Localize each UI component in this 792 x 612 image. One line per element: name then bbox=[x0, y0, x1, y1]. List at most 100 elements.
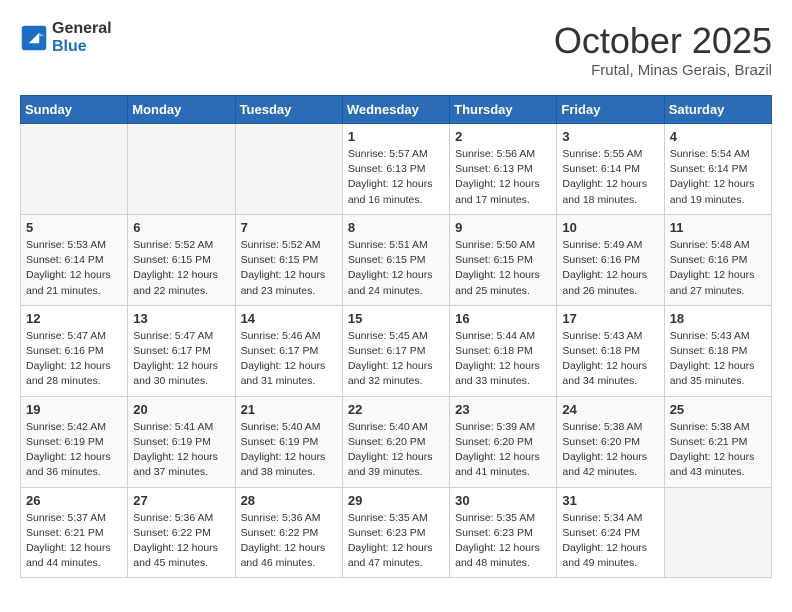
day-number: 10 bbox=[562, 220, 658, 235]
calendar-day: 14 Sunrise: 5:46 AM Sunset: 6:17 PM Dayli… bbox=[235, 305, 342, 396]
calendar-day: 29Sunrise: 5:35 AM Sunset: 6:23 PM Dayli… bbox=[342, 487, 449, 578]
weekday-header-wednesday: Wednesday bbox=[342, 96, 449, 124]
weekday-header-thursday: Thursday bbox=[450, 96, 557, 124]
day-info: Sunrise: 5:46 AM Sunset: 6:17 PM Dayligh… bbox=[241, 329, 337, 390]
day-info: Sunrise: 5:43 AM Sunset: 6:18 PM Dayligh… bbox=[670, 329, 766, 390]
logo-text: General Blue bbox=[52, 20, 112, 56]
day-info: Sunrise: 5:35 AM Sunset: 6:23 PM Dayligh… bbox=[455, 511, 551, 572]
calendar-day: 28Sunrise: 5:36 AM Sunset: 6:22 PM Dayli… bbox=[235, 487, 342, 578]
day-info: Sunrise: 5:43 AM Sunset: 6:18 PM Dayligh… bbox=[562, 329, 658, 390]
day-info: Sunrise: 5:47 AM Sunset: 6:16 PM Dayligh… bbox=[26, 329, 122, 390]
day-info: Sunrise: 5:54 AM Sunset: 6:14 PM Dayligh… bbox=[670, 147, 766, 208]
day-number: 12 bbox=[26, 311, 122, 326]
day-number: 15 bbox=[348, 311, 444, 326]
day-info: Sunrise: 5:38 AM Sunset: 6:21 PM Dayligh… bbox=[670, 420, 766, 481]
day-info: Sunrise: 5:34 AM Sunset: 6:24 PM Dayligh… bbox=[562, 511, 658, 572]
day-number: 22 bbox=[348, 402, 444, 417]
day-info: Sunrise: 5:42 AM Sunset: 6:19 PM Dayligh… bbox=[26, 420, 122, 481]
calendar: SundayMondayTuesdayWednesdayThursdayFrid… bbox=[20, 95, 772, 578]
day-info: Sunrise: 5:52 AM Sunset: 6:15 PM Dayligh… bbox=[133, 238, 229, 299]
day-number: 16 bbox=[455, 311, 551, 326]
day-info: Sunrise: 5:35 AM Sunset: 6:23 PM Dayligh… bbox=[348, 511, 444, 572]
day-number: 28 bbox=[241, 493, 337, 508]
day-number: 21 bbox=[241, 402, 337, 417]
day-info: Sunrise: 5:39 AM Sunset: 6:20 PM Dayligh… bbox=[455, 420, 551, 481]
day-number: 27 bbox=[133, 493, 229, 508]
calendar-day bbox=[21, 124, 128, 215]
calendar-day: 30 Sunrise: 5:35 AM Sunset: 6:23 PM Dayli… bbox=[450, 487, 557, 578]
logo-icon bbox=[20, 24, 48, 52]
calendar-day: 18 Sunrise: 5:43 AM Sunset: 6:18 PM Dayli… bbox=[664, 305, 771, 396]
weekday-header-saturday: Saturday bbox=[664, 96, 771, 124]
day-number: 3 bbox=[562, 129, 658, 144]
day-info: Sunrise: 5:37 AM Sunset: 6:21 PM Dayligh… bbox=[26, 511, 122, 572]
calendar-day: 10 Sunrise: 5:49 AM Sunset: 6:16 PM Dayli… bbox=[557, 214, 664, 305]
day-number: 11 bbox=[670, 220, 766, 235]
calendar-day: 5 Sunrise: 5:53 AM Sunset: 6:14 PM Daylig… bbox=[21, 214, 128, 305]
day-info: Sunrise: 5:49 AM Sunset: 6:16 PM Dayligh… bbox=[562, 238, 658, 299]
calendar-week-3: 12 Sunrise: 5:47 AM Sunset: 6:16 PM Dayli… bbox=[21, 305, 772, 396]
calendar-day: 31Sunrise: 5:34 AM Sunset: 6:24 PM Dayli… bbox=[557, 487, 664, 578]
calendar-day: 12 Sunrise: 5:47 AM Sunset: 6:16 PM Dayli… bbox=[21, 305, 128, 396]
day-number: 17 bbox=[562, 311, 658, 326]
calendar-day: 9Sunrise: 5:50 AM Sunset: 6:15 PM Daylig… bbox=[450, 214, 557, 305]
calendar-day: 13 Sunrise: 5:47 AM Sunset: 6:17 PM Dayli… bbox=[128, 305, 235, 396]
calendar-week-1: 1 Sunrise: 5:57 AM Sunset: 6:13 PM Daylig… bbox=[21, 124, 772, 215]
calendar-day bbox=[235, 124, 342, 215]
day-number: 5 bbox=[26, 220, 122, 235]
calendar-day: 2Sunrise: 5:56 AM Sunset: 6:13 PM Daylig… bbox=[450, 124, 557, 215]
calendar-day: 23Sunrise: 5:39 AM Sunset: 6:20 PM Dayli… bbox=[450, 396, 557, 487]
calendar-day: 8 Sunrise: 5:51 AM Sunset: 6:15 PM Daylig… bbox=[342, 214, 449, 305]
calendar-day bbox=[128, 124, 235, 215]
calendar-day: 20Sunrise: 5:41 AM Sunset: 6:19 PM Dayli… bbox=[128, 396, 235, 487]
day-info: Sunrise: 5:57 AM Sunset: 6:13 PM Dayligh… bbox=[348, 147, 444, 208]
calendar-day: 21Sunrise: 5:40 AM Sunset: 6:19 PM Dayli… bbox=[235, 396, 342, 487]
calendar-week-2: 5 Sunrise: 5:53 AM Sunset: 6:14 PM Daylig… bbox=[21, 214, 772, 305]
calendar-week-5: 26 Sunrise: 5:37 AM Sunset: 6:21 PM Dayli… bbox=[21, 487, 772, 578]
calendar-day: 22 Sunrise: 5:40 AM Sunset: 6:20 PM Dayli… bbox=[342, 396, 449, 487]
day-number: 4 bbox=[670, 129, 766, 144]
calendar-day: 7Sunrise: 5:52 AM Sunset: 6:15 PM Daylig… bbox=[235, 214, 342, 305]
weekday-header-sunday: Sunday bbox=[21, 96, 128, 124]
day-info: Sunrise: 5:50 AM Sunset: 6:15 PM Dayligh… bbox=[455, 238, 551, 299]
day-info: Sunrise: 5:47 AM Sunset: 6:17 PM Dayligh… bbox=[133, 329, 229, 390]
day-info: Sunrise: 5:52 AM Sunset: 6:15 PM Dayligh… bbox=[241, 238, 337, 299]
day-number: 26 bbox=[26, 493, 122, 508]
day-info: Sunrise: 5:51 AM Sunset: 6:15 PM Dayligh… bbox=[348, 238, 444, 299]
day-info: Sunrise: 5:41 AM Sunset: 6:19 PM Dayligh… bbox=[133, 420, 229, 481]
weekday-header-row: SundayMondayTuesdayWednesdayThursdayFrid… bbox=[21, 96, 772, 124]
day-number: 13 bbox=[133, 311, 229, 326]
day-info: Sunrise: 5:40 AM Sunset: 6:20 PM Dayligh… bbox=[348, 420, 444, 481]
calendar-week-4: 19 Sunrise: 5:42 AM Sunset: 6:19 PM Dayli… bbox=[21, 396, 772, 487]
day-info: Sunrise: 5:45 AM Sunset: 6:17 PM Dayligh… bbox=[348, 329, 444, 390]
day-number: 30 bbox=[455, 493, 551, 508]
calendar-day: 15 Sunrise: 5:45 AM Sunset: 6:17 PM Dayli… bbox=[342, 305, 449, 396]
day-info: Sunrise: 5:36 AM Sunset: 6:22 PM Dayligh… bbox=[133, 511, 229, 572]
day-info: Sunrise: 5:48 AM Sunset: 6:16 PM Dayligh… bbox=[670, 238, 766, 299]
day-number: 2 bbox=[455, 129, 551, 144]
day-number: 19 bbox=[26, 402, 122, 417]
day-number: 24 bbox=[562, 402, 658, 417]
day-info: Sunrise: 5:53 AM Sunset: 6:14 PM Dayligh… bbox=[26, 238, 122, 299]
month-title: October 2025 bbox=[554, 20, 772, 62]
day-info: Sunrise: 5:55 AM Sunset: 6:14 PM Dayligh… bbox=[562, 147, 658, 208]
day-number: 18 bbox=[670, 311, 766, 326]
day-info: Sunrise: 5:38 AM Sunset: 6:20 PM Dayligh… bbox=[562, 420, 658, 481]
calendar-day: 1 Sunrise: 5:57 AM Sunset: 6:13 PM Daylig… bbox=[342, 124, 449, 215]
weekday-header-tuesday: Tuesday bbox=[235, 96, 342, 124]
day-number: 1 bbox=[348, 129, 444, 144]
calendar-day: 19 Sunrise: 5:42 AM Sunset: 6:19 PM Dayli… bbox=[21, 396, 128, 487]
calendar-day bbox=[664, 487, 771, 578]
calendar-day: 17 Sunrise: 5:43 AM Sunset: 6:18 PM Dayli… bbox=[557, 305, 664, 396]
weekday-header-friday: Friday bbox=[557, 96, 664, 124]
calendar-day: 16Sunrise: 5:44 AM Sunset: 6:18 PM Dayli… bbox=[450, 305, 557, 396]
calendar-day: 24 Sunrise: 5:38 AM Sunset: 6:20 PM Dayli… bbox=[557, 396, 664, 487]
calendar-day: 4 Sunrise: 5:54 AM Sunset: 6:14 PM Daylig… bbox=[664, 124, 771, 215]
title-block: October 2025 Frutal, Minas Gerais, Brazi… bbox=[554, 20, 772, 79]
calendar-day: 25Sunrise: 5:38 AM Sunset: 6:21 PM Dayli… bbox=[664, 396, 771, 487]
calendar-day: 3 Sunrise: 5:55 AM Sunset: 6:14 PM Daylig… bbox=[557, 124, 664, 215]
day-number: 14 bbox=[241, 311, 337, 326]
calendar-day: 6Sunrise: 5:52 AM Sunset: 6:15 PM Daylig… bbox=[128, 214, 235, 305]
weekday-header-monday: Monday bbox=[128, 96, 235, 124]
day-number: 8 bbox=[348, 220, 444, 235]
